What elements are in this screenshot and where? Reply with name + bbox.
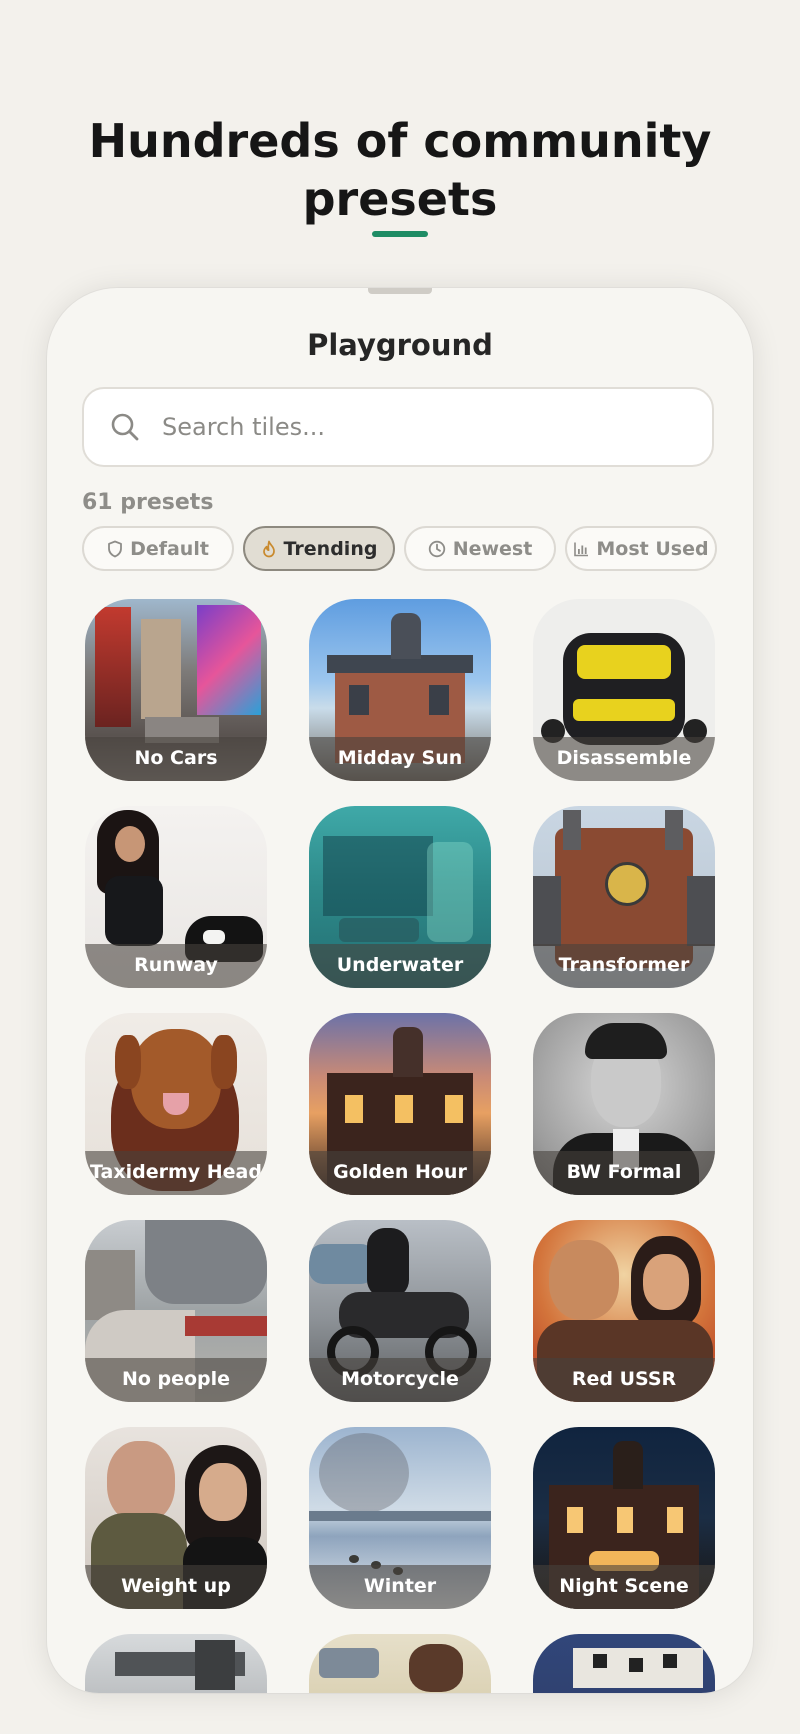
preset-tile-transformer[interactable]: Transformer — [533, 806, 715, 988]
tile-caption: Transformer — [533, 944, 715, 988]
filter-default[interactable]: Default — [82, 526, 234, 571]
tile-caption: Weight up — [85, 1565, 267, 1609]
clock-icon — [428, 540, 445, 557]
shield-icon — [108, 540, 122, 557]
preset-tile-runway[interactable]: Runway — [85, 806, 267, 988]
tile-caption: Winter — [309, 1565, 491, 1609]
preset-tile-motorcycle[interactable]: Motorcycle — [309, 1220, 491, 1402]
filter-trending-label: Trending — [283, 537, 378, 560]
preset-tile-no-people[interactable]: No people — [85, 1220, 267, 1402]
preset-tile-midday-sun[interactable]: Midday Sun — [309, 599, 491, 781]
filter-newest[interactable]: Newest — [404, 526, 556, 571]
preset-tile-underwater[interactable]: Underwater — [309, 806, 491, 988]
tile-caption: BW Formal — [533, 1151, 715, 1195]
preset-tile-taxidermy-head[interactable]: Taxidermy Head — [85, 1013, 267, 1195]
search-input[interactable] — [160, 412, 644, 442]
preset-count: 61 presets — [82, 490, 214, 515]
preset-tile-partial-1[interactable] — [85, 1634, 267, 1693]
hero-title-line2: presets — [302, 172, 498, 226]
tile-caption: No Cars — [85, 737, 267, 781]
phone-sheet: Playground 61 presets Default Trending — [47, 288, 753, 1693]
preset-tile-bw-formal[interactable]: BW Formal — [533, 1013, 715, 1195]
headline-accent-underline — [372, 231, 428, 237]
filter-most-used-label: Most Used — [596, 537, 709, 560]
tile-caption: Runway — [85, 944, 267, 988]
sheet-grabber[interactable] — [368, 288, 432, 294]
preset-tile-partial-2[interactable] — [309, 1634, 491, 1693]
preset-tile-disassemble[interactable]: Disassemble — [533, 599, 715, 781]
filter-most-used[interactable]: Most Used — [565, 526, 717, 571]
tile-caption: Disassemble — [533, 737, 715, 781]
tile-caption: Red USSR — [533, 1358, 715, 1402]
preset-tile-golden-hour[interactable]: Golden Hour — [309, 1013, 491, 1195]
tile-caption: Underwater — [309, 944, 491, 988]
filter-newest-label: Newest — [452, 537, 533, 560]
filter-chips: Default Trending Newest Most Used — [82, 526, 717, 571]
preset-tile-weight-up[interactable]: Weight up — [85, 1427, 267, 1609]
tile-caption: No people — [85, 1358, 267, 1402]
bar-chart-icon — [574, 542, 589, 556]
preset-tile-night-scene[interactable]: Night Scene — [533, 1427, 715, 1609]
filter-trending[interactable]: Trending — [243, 526, 395, 571]
flame-icon — [262, 540, 275, 557]
preset-tile-no-cars[interactable]: No Cars — [85, 599, 267, 781]
hero-headline: Hundreds of community presets — [0, 112, 800, 228]
filter-default-label: Default — [130, 537, 209, 560]
hero-title-line1: Hundreds of community — [88, 114, 712, 168]
tile-caption: Motorcycle — [309, 1358, 491, 1402]
preset-tile-partial-3[interactable] — [533, 1634, 715, 1693]
tile-caption: Night Scene — [533, 1565, 715, 1609]
preset-tile-winter[interactable]: Winter — [309, 1427, 491, 1609]
sheet-title: Playground — [307, 328, 493, 362]
search-field[interactable] — [82, 387, 714, 467]
preset-tile-red-ussr[interactable]: Red USSR — [533, 1220, 715, 1402]
tile-caption: Taxidermy Head — [85, 1151, 267, 1195]
tile-caption: Midday Sun — [309, 737, 491, 781]
search-icon — [111, 413, 139, 441]
tile-caption: Golden Hour — [309, 1151, 491, 1195]
